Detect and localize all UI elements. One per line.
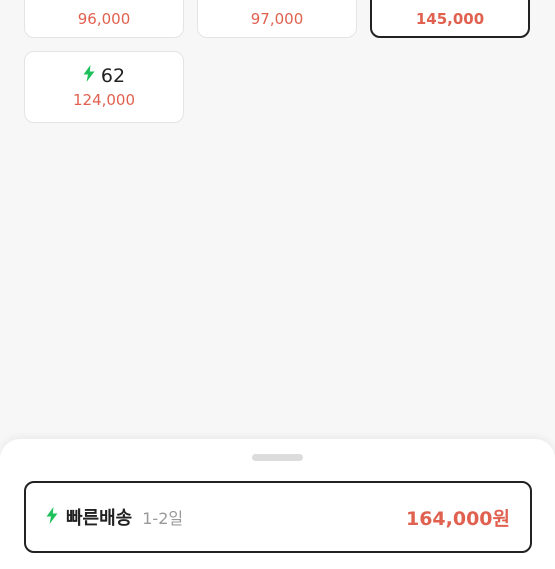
delivery-label: 빠른배송: [66, 508, 133, 529]
bottom-sheet: 빠른배송 1-2일 164,000원: [0, 439, 555, 569]
size-price: 97,000: [250, 10, 304, 28]
size-price: 124,000: [72, 91, 136, 109]
size-option[interactable]: 62 124,000: [24, 51, 184, 123]
size-price: 145,000: [415, 10, 485, 28]
delivery-price: 164,000원: [405, 507, 510, 530]
sheet-handle[interactable]: [252, 454, 303, 461]
delivery-option-fast[interactable]: 빠른배송 1-2일 164,000원: [24, 481, 532, 553]
size-row: 62: [83, 65, 125, 87]
size-option[interactable]: 97,000: [197, 0, 357, 38]
size-price: 96,000: [77, 10, 131, 28]
lightning-bolt-icon: [83, 65, 95, 87]
size-option-selected[interactable]: 145,000: [370, 0, 530, 38]
size-label: 62: [100, 65, 126, 87]
lightning-bolt-icon: [46, 506, 58, 528]
delivery-days: 1-2일: [142, 509, 184, 528]
size-option[interactable]: 96,000: [24, 0, 184, 38]
